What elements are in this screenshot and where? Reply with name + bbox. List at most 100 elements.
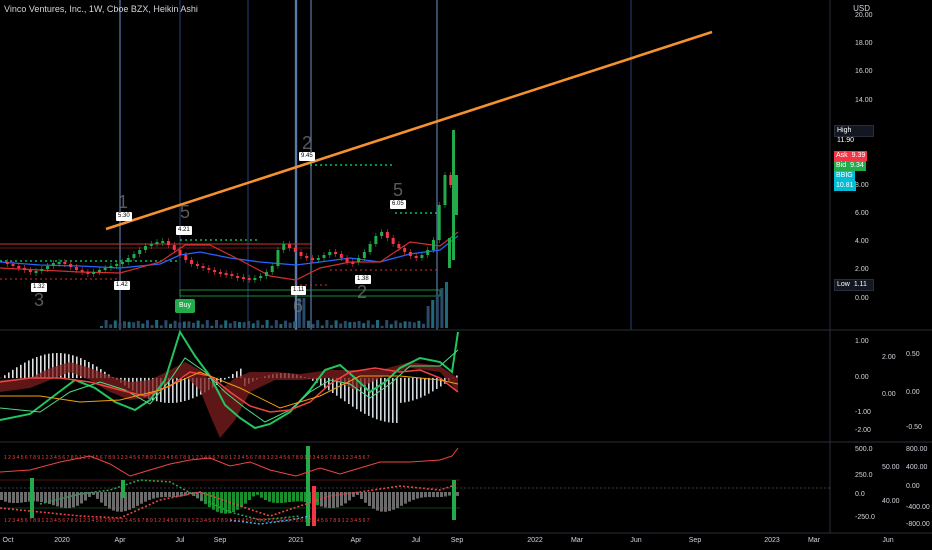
price-tag: 6.05 xyxy=(390,200,406,209)
volume-bar xyxy=(242,322,246,328)
volume-bar xyxy=(311,324,315,328)
volume-bar xyxy=(394,320,398,328)
volume-bar xyxy=(445,282,448,328)
price-tag: 1.11 xyxy=(291,286,307,295)
candle-body xyxy=(161,241,165,243)
time-tick: 2022 xyxy=(527,537,543,544)
volume-bar xyxy=(238,321,241,328)
macd-histogram-bar xyxy=(228,376,230,378)
candle-body xyxy=(322,255,326,258)
volume-bar xyxy=(187,321,191,328)
time-tick: 2021 xyxy=(288,537,304,544)
volume-bar xyxy=(233,321,237,328)
volume-bar xyxy=(353,321,356,328)
price-tick: 14.00 xyxy=(855,97,873,104)
oscillator-bar xyxy=(40,492,43,502)
candle-body xyxy=(452,130,455,260)
candle-body xyxy=(345,258,349,262)
oscillator-bar xyxy=(132,492,135,508)
volume-bar xyxy=(284,320,287,328)
candle-body xyxy=(316,258,320,260)
volume-bar xyxy=(182,321,186,328)
candle-body xyxy=(259,276,263,278)
price-chart[interactable]: 1 2 3 4 5 6 7 8 9 1 2 3 4 5 6 7 8 9 1 2 … xyxy=(0,0,932,550)
candle-body xyxy=(51,263,55,266)
wave-label: 2 xyxy=(357,282,368,302)
oscillator-bar xyxy=(400,492,403,506)
volume-bar xyxy=(146,320,149,328)
candle-body xyxy=(443,175,447,205)
oscillator-bar xyxy=(292,492,295,502)
symbol-title[interactable]: Vinco Ventures, Inc., 1W, Cboe BZX, Heik… xyxy=(4,4,198,14)
candle-body xyxy=(253,278,257,280)
volume-bar xyxy=(320,325,324,328)
oscillator-bar xyxy=(8,492,11,503)
candle-body xyxy=(28,270,32,272)
volume-bar xyxy=(100,326,103,328)
candle-body xyxy=(339,254,343,258)
oscillator-bar xyxy=(100,492,103,503)
volume-bar xyxy=(426,306,430,328)
volume-bar xyxy=(422,323,425,328)
candle-body xyxy=(34,271,38,273)
macd-histogram-bar xyxy=(392,378,394,423)
macd-histogram-bar xyxy=(412,378,414,401)
time-tick: Sep xyxy=(688,537,702,544)
volume-bar xyxy=(316,320,320,328)
oscillator-bar xyxy=(244,492,247,504)
price-tag: 5.30 xyxy=(116,212,132,221)
volume-bar xyxy=(412,322,416,328)
oscillator-bar xyxy=(288,492,291,503)
candle-body xyxy=(236,276,240,278)
macd-pane xyxy=(0,329,460,438)
macd-tick: -1.00 xyxy=(855,409,871,416)
oscillator-bar xyxy=(104,492,107,506)
wave-label: 6 xyxy=(293,296,304,316)
candle-body xyxy=(305,256,309,258)
price-tag: 1.42 xyxy=(114,281,130,290)
volume-bar xyxy=(334,320,338,328)
candle-body xyxy=(362,252,366,258)
high-value: 11.90 xyxy=(837,137,854,144)
volume-bar xyxy=(164,320,168,328)
volume-bar xyxy=(178,322,182,328)
candle-body xyxy=(431,240,435,250)
oscillator-bar xyxy=(4,492,7,502)
macd-histogram-bar xyxy=(384,378,386,422)
volume-bar xyxy=(192,322,195,328)
oscillator-bar xyxy=(260,492,263,498)
last-price-badge: BBIG10.81 xyxy=(834,171,872,191)
oscillator-bar xyxy=(172,492,175,498)
volume-bar xyxy=(173,320,177,328)
candle-body xyxy=(190,260,194,264)
oscillator-bar xyxy=(420,492,423,498)
volume-bar xyxy=(247,320,251,328)
volume-bar xyxy=(224,320,228,328)
candle-body xyxy=(69,264,73,267)
candle-body xyxy=(391,238,395,244)
oscillator-bar xyxy=(216,492,219,512)
volume-bar xyxy=(339,323,343,328)
oscillator-bar xyxy=(372,492,375,509)
macd-tick: -2.00 xyxy=(855,427,871,434)
trendline[interactable] xyxy=(105,30,713,231)
macd-histogram-bar xyxy=(28,360,30,378)
time-tick: Sep xyxy=(450,537,464,544)
volume-bar xyxy=(201,324,205,328)
oscillator-bar xyxy=(140,492,143,504)
low-badge: Low 1.11 xyxy=(834,279,874,291)
volume-bar xyxy=(136,320,140,328)
price-tick: 8.00 xyxy=(855,182,869,189)
volume-bar xyxy=(376,320,379,328)
ask-label: Ask xyxy=(834,151,850,161)
volume-bar xyxy=(440,288,444,328)
candle-body xyxy=(92,272,96,274)
price-tick: 18.00 xyxy=(855,40,873,47)
volume-bar xyxy=(380,325,384,328)
wave-label: 1 xyxy=(118,192,129,212)
macd-histogram-bar xyxy=(236,371,238,378)
volume-bar xyxy=(288,322,292,328)
candle-body xyxy=(299,252,303,256)
volume-bar xyxy=(261,324,264,328)
volume-bar xyxy=(127,321,131,328)
